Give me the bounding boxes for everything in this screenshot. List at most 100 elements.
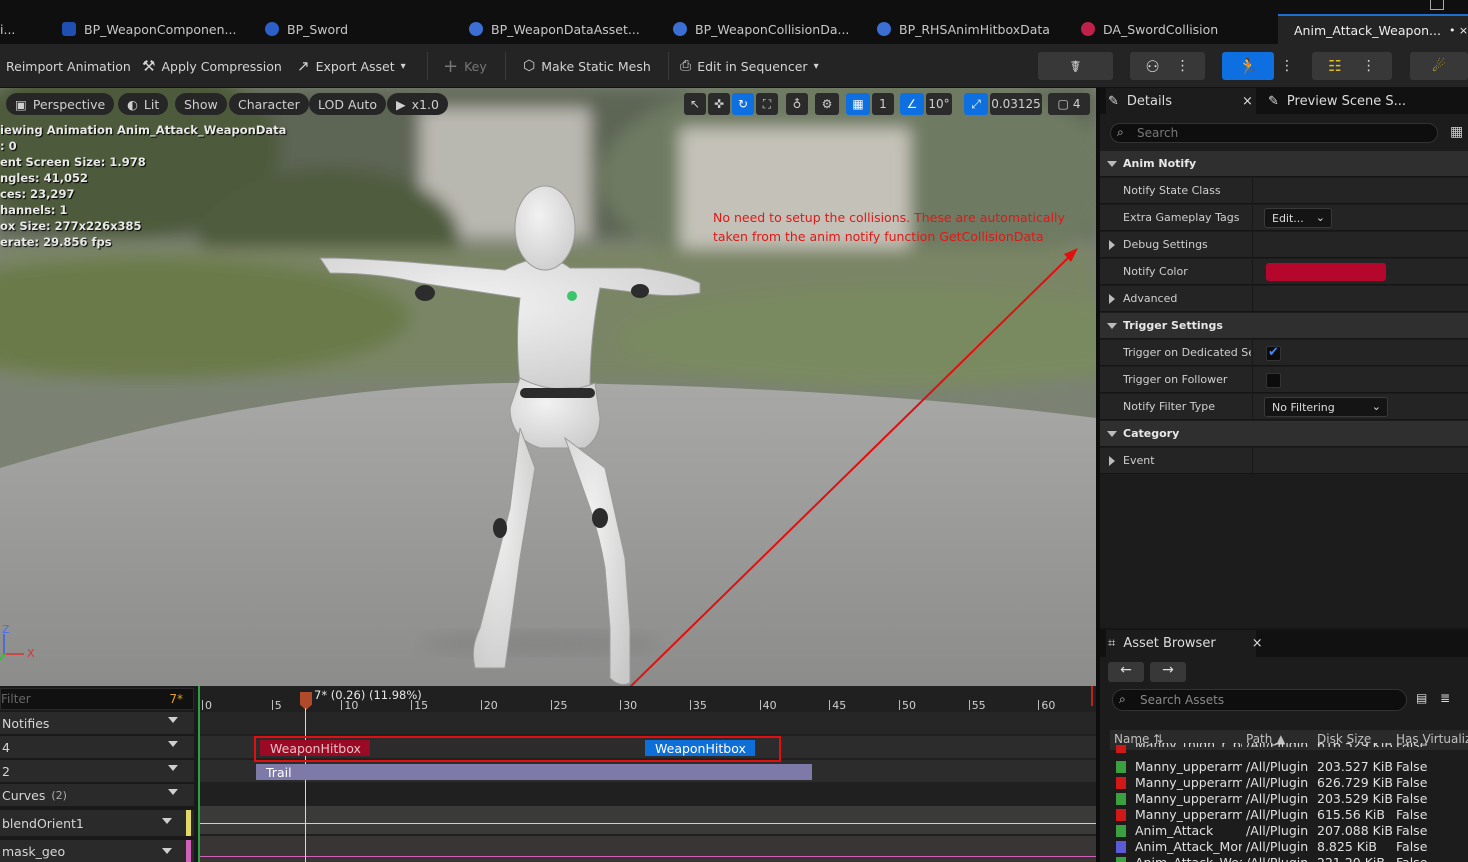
- edit-in-sequencer-button[interactable]: ⎙ Edit in Sequencer ▾: [680, 44, 819, 88]
- chevron-right-icon[interactable]: [1109, 294, 1115, 304]
- asset-row[interactable]: Manny_upperarm_ /All/Plugin 626.729 KiB Fal…: [1114, 775, 1468, 791]
- property-row-event[interactable]: Event: [1100, 448, 1468, 474]
- tab-label: BP_WeaponDataAsset...: [491, 21, 640, 37]
- tab-sword[interactable]: BP_Sword: [265, 14, 348, 44]
- timeline-track-area[interactable]: 0 5 10 15 20 25 30 35 40 45 50 55 60 7* (0.26) (11.9…: [198, 686, 1096, 862]
- chevron-down-icon[interactable]: [168, 741, 178, 747]
- camera-speed-button[interactable]: ▢ 4: [1048, 93, 1090, 115]
- tab-weapon-component[interactable]: BP_WeaponComponen...: [62, 14, 236, 44]
- preview-scene-settings-tab[interactable]: ✎ Preview Scene S...: [1268, 88, 1406, 114]
- track-notify-2[interactable]: 2: [0, 760, 194, 782]
- scale-snap-icon[interactable]: ⤢: [964, 93, 988, 115]
- filter-icon[interactable]: ≣: [1440, 691, 1450, 705]
- asset-row[interactable]: Anim_Attack_Mont/All/Plugin 8.825 KiB Fals…: [1114, 839, 1468, 855]
- timeline-filter-input[interactable]: Filter 7*: [0, 688, 194, 710]
- character-button[interactable]: Character: [229, 93, 309, 115]
- angle-snap-icon[interactable]: ∠: [900, 93, 924, 115]
- chevron-down-icon[interactable]: [162, 848, 172, 854]
- skeleton-mode-button[interactable]: ☤: [1038, 52, 1113, 80]
- asset-row[interactable]: Manny_upperarm_ /All/Plugin 203.529 KiB Fal…: [1114, 791, 1468, 807]
- forward-arrow-icon[interactable]: →: [1150, 662, 1186, 682]
- asset-row[interactable]: Anim_Attack_Weap/All/Plugin221.20 KiBFal…: [1114, 855, 1468, 862]
- select-tool-icon[interactable]: ↖: [684, 93, 706, 115]
- lit-button[interactable]: ◐ Lit: [118, 93, 169, 115]
- chevron-down-icon[interactable]: [1107, 161, 1117, 167]
- notify-color-swatch[interactable]: [1266, 263, 1386, 281]
- physics-mode-button[interactable]: ☄: [1410, 52, 1468, 80]
- grid-snap-value[interactable]: 1: [872, 93, 894, 115]
- scale-snap-value[interactable]: 0.03125: [990, 93, 1042, 115]
- details-tab[interactable]: ✎ Details ×: [1106, 88, 1256, 114]
- chevron-down-icon[interactable]: [1107, 431, 1117, 437]
- asset-row[interactable]: Manny_thigh_r_pot/All/Plugin616.529 KiBF…: [1114, 743, 1468, 753]
- property-row-category[interactable]: Category: [1100, 421, 1468, 447]
- asset-browser-tab[interactable]: ⌗ Asset Browser ×: [1106, 630, 1263, 657]
- chevron-down-icon[interactable]: [162, 818, 172, 824]
- property-checkbox[interactable]: [1266, 373, 1281, 388]
- close-icon[interactable]: ×: [1252, 636, 1263, 651]
- more-options-icon[interactable]: ⋮: [1362, 58, 1376, 74]
- chevron-right-icon[interactable]: [1109, 240, 1115, 250]
- world-local-icon[interactable]: ♁: [786, 93, 808, 115]
- chevron-right-icon[interactable]: [1109, 456, 1115, 466]
- tab-rhs-anim-hitbox-data[interactable]: BP_RHSAnimHitboxData: [877, 14, 1050, 44]
- playback-speed-button[interactable]: ▶ x1.0: [387, 93, 448, 115]
- folder-icon[interactable]: ▤: [1416, 691, 1427, 705]
- track-notifies[interactable]: Notifies: [0, 712, 194, 734]
- export-asset-button[interactable]: ↗ Export Asset ▾: [297, 44, 406, 88]
- chevron-down-icon[interactable]: [168, 717, 178, 723]
- grid-snap-icon[interactable]: ▦: [846, 93, 870, 115]
- mesh-mode-button[interactable]: ⚇ ⋮: [1130, 52, 1205, 80]
- make-static-mesh-button[interactable]: ⬡ Make Static Mesh: [523, 44, 651, 88]
- chevron-down-icon[interactable]: [168, 765, 178, 771]
- trail-notify[interactable]: Trail: [256, 764, 812, 780]
- view-options-icon[interactable]: ▦: [1450, 124, 1466, 142]
- tab-weapon-collision-data[interactable]: BP_WeaponCollisionDa...: [673, 14, 849, 44]
- asset-row[interactable]: Anim_Attack/All/Plugin 207.088 KiB False: [1114, 823, 1468, 839]
- property-row-anim-notify[interactable]: Anim Notify: [1100, 151, 1468, 177]
- close-icon[interactable]: • ×: [1449, 24, 1468, 37]
- property-checkbox[interactable]: ✔: [1266, 345, 1281, 361]
- animation-viewport[interactable]: ▣ Perspective ◐ Lit Show Character LOD Aut…: [0, 88, 1096, 686]
- restore-window-icon[interactable]: [1430, 0, 1444, 10]
- asset-search-input[interactable]: ⌕ Search Assets: [1112, 689, 1407, 711]
- angle-snap-value[interactable]: 10°: [926, 93, 952, 115]
- back-arrow-icon[interactable]: ←: [1108, 662, 1144, 682]
- property-combo[interactable]: Edit... ⌄: [1264, 208, 1332, 228]
- animation-mode-button[interactable]: 🏃: [1222, 52, 1274, 80]
- asset-row[interactable]: Manny_upperarm_ /All/Plugin 203.527 KiB Fal…: [1114, 759, 1468, 775]
- tab-anim-attack-weapon[interactable]: Anim_Attack_Weapon... • ×: [1278, 14, 1468, 44]
- reimport-animation-button[interactable]: Reimport Animation: [6, 44, 131, 88]
- blueprint-mode-button[interactable]: ☷ ⋮: [1312, 52, 1392, 80]
- chevron-down-icon[interactable]: [168, 789, 178, 795]
- track-notify-4[interactable]: 4: [0, 736, 194, 758]
- chevron-down-icon[interactable]: [1107, 323, 1117, 329]
- notify-label: Trail: [266, 764, 292, 780]
- lod-button[interactable]: LOD Auto: [309, 93, 386, 115]
- close-icon[interactable]: ×: [1242, 94, 1253, 109]
- more-options-icon[interactable]: ⋮: [1276, 52, 1298, 80]
- track-curve-blendorient1[interactable]: blendOrient1: [0, 810, 194, 836]
- asset-row[interactable]: Manny_upperarm_ /All/Plugin 615.56 KiB Fals…: [1114, 807, 1468, 823]
- property-row-advanced[interactable]: Advanced: [1100, 286, 1468, 312]
- show-button[interactable]: Show: [175, 93, 227, 115]
- tab-0[interactable]: i...: [0, 14, 15, 44]
- scale-tool-icon[interactable]: ⛶: [756, 93, 778, 115]
- playhead-handle[interactable]: [300, 692, 312, 710]
- perspective-button[interactable]: ▣ Perspective: [6, 93, 115, 115]
- tab-weapon-data-asset[interactable]: BP_WeaponDataAsset...: [469, 14, 640, 44]
- key-button[interactable]: + Key: [443, 44, 487, 88]
- track-curve-mask-geo[interactable]: mask_geo: [0, 840, 194, 862]
- track-curves[interactable]: Curves (2): [0, 784, 194, 806]
- more-options-icon[interactable]: ⋮: [1176, 58, 1190, 74]
- surface-snap-icon[interactable]: ⚙: [815, 93, 839, 115]
- rotate-tool-icon[interactable]: ↻: [732, 93, 754, 115]
- apply-compression-button[interactable]: ⚒ Apply Compression: [142, 44, 282, 88]
- apply-compression-label: Apply Compression: [161, 58, 282, 74]
- tab-da-sword-collision[interactable]: DA_SwordCollision: [1081, 14, 1218, 44]
- property-row-debug-settings[interactable]: Debug Settings: [1100, 232, 1468, 258]
- details-search-input[interactable]: ⌕ Search: [1110, 123, 1438, 143]
- property-row-trigger-settings[interactable]: Trigger Settings: [1100, 313, 1468, 339]
- property-combo[interactable]: No Filtering ⌄: [1264, 397, 1388, 417]
- translate-tool-icon[interactable]: ✜: [708, 93, 730, 115]
